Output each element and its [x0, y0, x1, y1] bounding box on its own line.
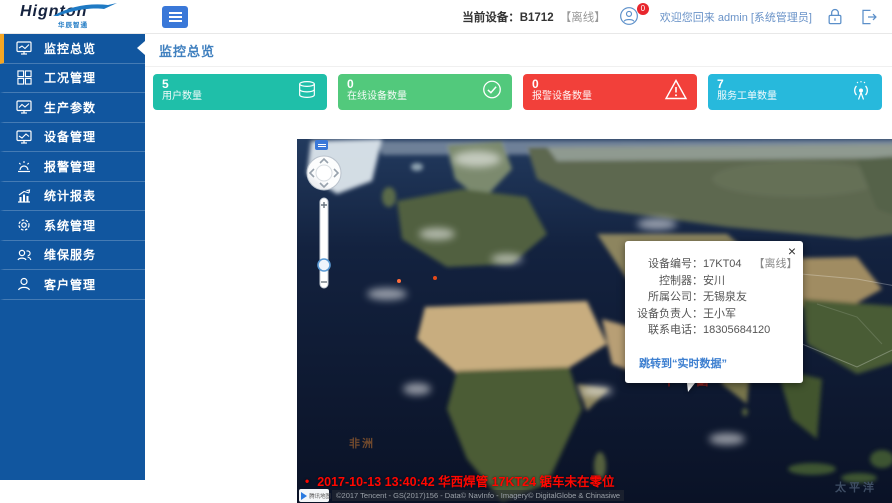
- user-button[interactable]: 0: [619, 6, 641, 28]
- alarm-icon: [16, 158, 32, 174]
- notification-badge: 0: [637, 3, 649, 15]
- popup-row-label: 所属公司：: [631, 289, 703, 306]
- sidebar-item-label: 客户管理: [44, 276, 96, 293]
- attribution-text: ©2017 Tencent - GS(2017)156 - Data© NavI…: [332, 490, 624, 501]
- sidebar-item-label: 工况管理: [44, 69, 96, 86]
- gear-icon: [16, 217, 32, 233]
- popup-row-label: 设备负责人：: [631, 306, 703, 323]
- pan-control[interactable]: [307, 156, 341, 190]
- radar-icon: [849, 79, 873, 106]
- popup-row-value: 王小军: [703, 306, 736, 323]
- stat-card-users[interactable]: 5 用户数量: [153, 74, 327, 110]
- top-header: Hignton 华辰智通 当前设备：B1712 【离线】 0 欢迎您回来 adm…: [0, 0, 892, 34]
- map-label-pacific: 太平洋: [835, 479, 877, 495]
- sidebar-item-system-management[interactable]: 系统管理: [0, 211, 145, 241]
- sidebar-item-label: 设备管理: [44, 128, 96, 145]
- stat-cards-row: 5 用户数量 0 在线设备数量 0 报警设备数量 7 服务工单数量: [145, 67, 892, 116]
- current-device-label: 当前设备：B1712: [462, 12, 553, 24]
- logo-swoosh-icon: [52, 3, 118, 17]
- active-item-arrow: [137, 41, 145, 55]
- tencent-logo-icon: [301, 492, 307, 500]
- satellite-map[interactable]: 中 国 非洲 太平洋 地图 卫星: [297, 139, 892, 503]
- welcome-text: 欢迎您回来 admin [系统管理员]: [660, 9, 812, 25]
- sidebar-item-alarm-management[interactable]: 报警管理: [0, 152, 145, 182]
- popup-row-value: 17KT04: [703, 256, 742, 273]
- monitor-chart-icon: [16, 99, 32, 115]
- welcome-label: 欢迎您回来: [660, 12, 715, 24]
- alarm-bullet-icon: •: [305, 474, 309, 488]
- sidebar-item-label: 生产参数: [44, 99, 96, 116]
- sidebar-item-label: 维保服务: [44, 246, 96, 263]
- database-icon: [296, 79, 318, 106]
- alarm-ticker: • 2017-10-13 13:40:42 华西焊管 17KT24 锯车未在零位: [305, 471, 615, 490]
- popup-row-label: 联系电话：: [631, 322, 703, 339]
- current-device-status: 【离线】: [560, 12, 606, 24]
- logo-subtext: 华辰智通: [58, 19, 148, 29]
- sidebar-item-statistics-report[interactable]: 统计报表: [0, 182, 145, 212]
- tencent-logo-text: 腾讯地图: [309, 491, 331, 499]
- warning-triangle-icon: [664, 79, 688, 106]
- popup-row: 设备编号： 17KT04 【离线】: [631, 256, 793, 273]
- stat-card-work-orders[interactable]: 7 服务工单数量: [708, 74, 882, 110]
- map-label-africa: 非洲: [349, 435, 375, 451]
- monitor-chart-icon: [16, 40, 32, 56]
- sidebar-item-label: 报警管理: [44, 158, 96, 175]
- sidebar-item-monitor-overview[interactable]: 监控总览: [0, 34, 145, 64]
- popup-row-value: 安川: [703, 273, 725, 290]
- current-device-text: 当前设备：B1712 【离线】: [462, 9, 606, 25]
- check-circle-icon: [481, 79, 503, 106]
- sidebar-nav: 监控总览 工况管理 生产参数 设备管理 报警管理 统计报表: [0, 34, 145, 480]
- zoom-slider[interactable]: [318, 198, 330, 288]
- lock-icon[interactable]: [825, 7, 845, 27]
- page-title: 监控总览: [159, 44, 215, 59]
- device-info-popup: × 设备编号： 17KT04 【离线】 控制器： 安川 所属公司： 无锡泉友 设…: [625, 241, 803, 383]
- map-layers-icon[interactable]: [315, 140, 328, 150]
- popup-row-label: 设备编号：: [631, 256, 703, 273]
- popup-row: 控制器： 安川: [631, 273, 793, 290]
- sidebar-item-customer-management[interactable]: 客户管理: [0, 270, 145, 300]
- popup-row-value: 无锡泉友: [703, 289, 747, 306]
- people-icon: [16, 247, 32, 263]
- bar-chart-icon: [16, 188, 32, 204]
- close-icon[interactable]: ×: [788, 244, 796, 258]
- sidebar-item-device-management[interactable]: 设备管理: [0, 123, 145, 153]
- username-text: admin [系统管理员]: [718, 12, 812, 24]
- person-icon: [16, 276, 32, 292]
- map-attribution: 腾讯地图 ©2017 Tencent - GS(2017)156 - Data©…: [299, 489, 624, 502]
- monitor-chart-icon: [16, 129, 32, 145]
- stat-card-online-devices[interactable]: 0 在线设备数量: [338, 74, 512, 110]
- popup-row: 设备负责人： 王小军: [631, 306, 793, 323]
- menu-toggle-button[interactable]: [162, 6, 188, 28]
- realtime-data-link[interactable]: 跳转到“实时数据”: [639, 355, 793, 371]
- grid-icon: [16, 70, 32, 86]
- sidebar-item-label: 系统管理: [44, 217, 96, 234]
- map-controls: [303, 152, 345, 292]
- user-icon: [619, 6, 639, 26]
- app-logo: Hignton 华辰智通: [0, 5, 148, 29]
- popup-row-value: 18305684120: [703, 322, 770, 339]
- sidebar-item-maintenance-service[interactable]: 维保服务: [0, 241, 145, 271]
- popup-row: 所属公司： 无锡泉友: [631, 289, 793, 306]
- logout-icon[interactable]: [858, 7, 878, 27]
- stat-card-alarm-devices[interactable]: 0 报警设备数量: [523, 74, 697, 110]
- popup-row-label: 控制器：: [631, 273, 703, 290]
- sidebar-item-production-params[interactable]: 生产参数: [0, 93, 145, 123]
- sidebar-item-working-condition[interactable]: 工况管理: [0, 64, 145, 94]
- sidebar-item-label: 监控总览: [44, 40, 96, 57]
- popup-row: 联系电话： 18305684120: [631, 322, 793, 339]
- tencent-map-logo: 腾讯地图: [299, 489, 329, 502]
- sidebar-item-label: 统计报表: [44, 187, 96, 204]
- zoom-slider-knob[interactable]: [318, 259, 330, 271]
- alarm-text: 2017-10-13 13:40:42 华西焊管 17KT24 锯车未在零位: [317, 471, 614, 490]
- main-content: 监控总览 5 用户数量 0 在线设备数量 0 报警设备数量 7 服务工单数量: [145, 34, 892, 480]
